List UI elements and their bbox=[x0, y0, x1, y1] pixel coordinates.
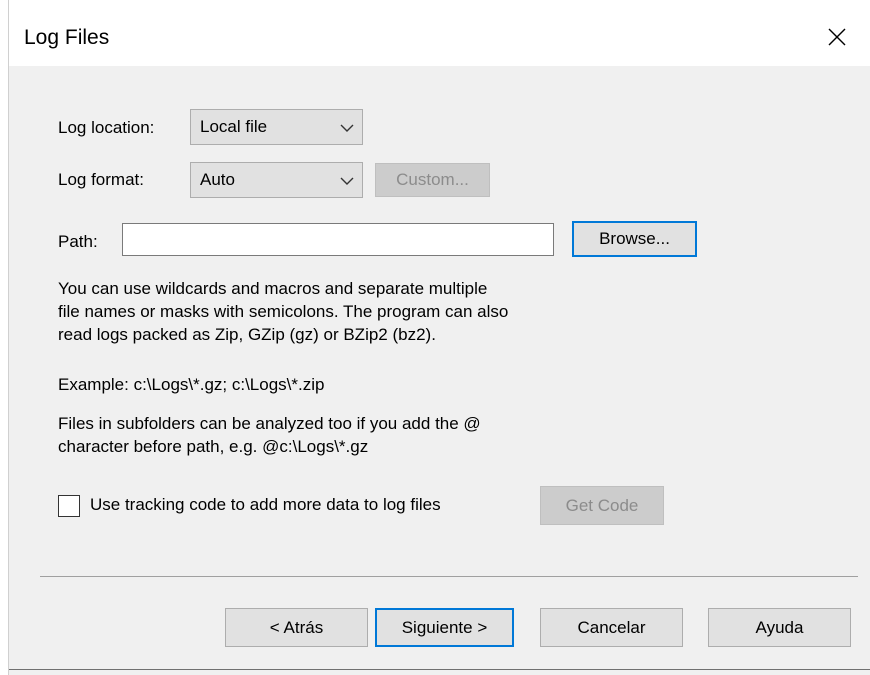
separator bbox=[40, 576, 858, 577]
tracking-checkbox[interactable] bbox=[58, 495, 80, 517]
log-format-label: Log format: bbox=[58, 170, 144, 189]
log-location-value: Local file bbox=[200, 117, 268, 136]
chevron-down-icon bbox=[340, 177, 354, 185]
dialog-body: Log location: Local file Log format: Aut… bbox=[9, 66, 870, 675]
log-location-select[interactable]: Local file bbox=[190, 109, 363, 145]
get-code-button[interactable]: Get Code bbox=[540, 486, 664, 525]
chevron-down-icon bbox=[340, 124, 354, 132]
tracking-checkbox-label[interactable]: Use tracking code to add more data to lo… bbox=[90, 495, 441, 515]
example-text: Example: c:\Logs\*.gz; c:\Logs\*.zip bbox=[58, 375, 325, 394]
window-bottom-edge bbox=[9, 669, 870, 670]
help-text: You can use wildcards and macros and sep… bbox=[58, 279, 509, 344]
help-button[interactable]: Ayuda bbox=[708, 608, 851, 647]
path-label: Path: bbox=[58, 232, 98, 251]
custom-button[interactable]: Custom... bbox=[375, 163, 490, 197]
log-format-select[interactable]: Auto bbox=[190, 162, 363, 198]
browse-button[interactable]: Browse... bbox=[572, 221, 697, 257]
title-bar: Log Files bbox=[9, 6, 870, 66]
cancel-button[interactable]: Cancelar bbox=[540, 608, 683, 647]
subfolder-help-text: Files in subfolders can be analyzed too … bbox=[58, 414, 481, 456]
next-button[interactable]: Siguiente > bbox=[375, 608, 514, 647]
close-button[interactable] bbox=[818, 18, 856, 56]
back-button[interactable]: < Atrás bbox=[225, 608, 368, 647]
path-input[interactable] bbox=[122, 223, 554, 256]
log-format-value: Auto bbox=[200, 170, 235, 189]
window-title: Log Files bbox=[24, 26, 110, 49]
log-location-label: Log location: bbox=[58, 118, 155, 137]
close-icon bbox=[828, 28, 846, 46]
log-files-dialog: Log Files Log location: Local file Log f… bbox=[0, 0, 870, 675]
